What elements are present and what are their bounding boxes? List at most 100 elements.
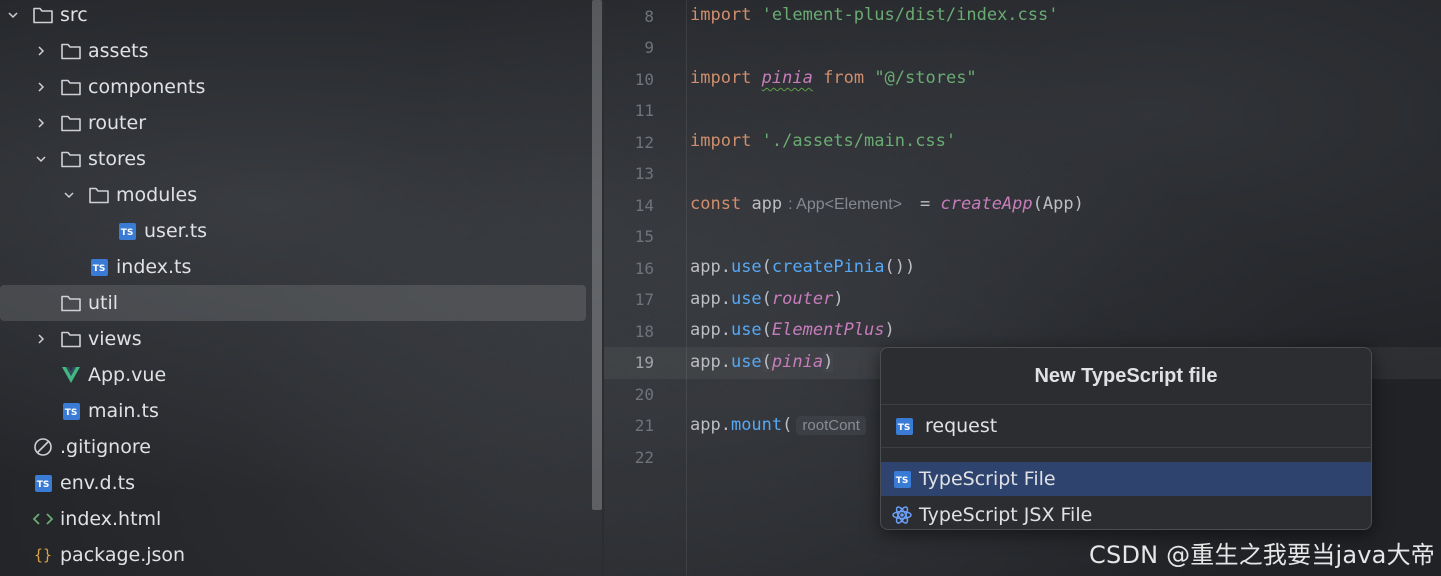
tree-item-label: App.vue (88, 364, 167, 386)
folder-icon (60, 148, 82, 170)
folder-icon (60, 292, 82, 314)
tree-item-stores[interactable]: stores (0, 141, 586, 177)
line-number[interactable]: 12 (594, 133, 654, 152)
svg-text:{}: {} (34, 546, 52, 564)
tree-item-app-vue[interactable]: App.vue (0, 357, 586, 393)
tree-item-label: stores (88, 148, 146, 170)
line-number[interactable]: 22 (594, 448, 654, 467)
watermark: CSDN @重生之我要当java大帝 (1089, 541, 1435, 569)
tree-item-modules[interactable]: modules (0, 177, 586, 213)
tree-item-index-ts[interactable]: TS index.ts (0, 249, 586, 285)
tree-item-label: index.ts (116, 256, 192, 278)
line-number[interactable]: 11 (594, 101, 654, 120)
object: app. (690, 352, 731, 372)
tree-item-package-json[interactable]: {} package.json (0, 537, 586, 573)
line-number[interactable]: 18 (594, 322, 654, 341)
line-number[interactable]: 20 (594, 385, 654, 404)
line-number[interactable]: 13 (594, 164, 654, 183)
code-line-14[interactable]: const app: App<Element> = createApp(App) (690, 194, 1084, 214)
code-line-17[interactable]: app.use(router) (690, 289, 844, 309)
parameter-hint: rootCont (796, 416, 866, 435)
tree-item-label: assets (88, 40, 149, 62)
paren-open: ( (761, 289, 772, 309)
object: app. (690, 415, 731, 435)
tree-item-label: main.ts (88, 400, 159, 422)
chevron-right-icon[interactable] (34, 80, 48, 94)
line-number[interactable]: 10 (594, 70, 654, 89)
typescript-file-icon: TS (891, 468, 913, 490)
code-line-8[interactable]: import 'element-plus/dist/index.css' (690, 5, 1058, 25)
chevron-right-icon[interactable] (34, 44, 48, 58)
tree-item-label: components (88, 76, 206, 98)
tree-item-env-d-ts[interactable]: TS env.d.ts (0, 465, 586, 501)
tree-item-main-ts[interactable]: TS main.ts (0, 393, 586, 429)
type-hint: : App<Element> (788, 196, 903, 213)
identifier-pinia[interactable]: pinia (762, 68, 813, 88)
tree-item-assets[interactable]: assets (0, 33, 586, 69)
gitignore-file-icon (32, 436, 54, 458)
function-call: createPinia (771, 257, 885, 277)
new-typescript-file-dialog: New TypeScript file TS request TS TypeSc… (880, 347, 1372, 530)
tree-item-label: modules (116, 184, 198, 206)
code-line-10[interactable]: import pinia from "@/stores" (690, 68, 977, 88)
chevron-right-icon[interactable] (34, 332, 48, 346)
line-number[interactable]: 14 (594, 196, 654, 215)
line-number[interactable]: 8 (594, 7, 654, 26)
code-line-18[interactable]: app.use(ElementPlus) (690, 320, 895, 340)
chevron-down-icon[interactable] (6, 8, 20, 22)
filename-input[interactable]: TS request (881, 405, 1371, 448)
tree-item-router[interactable]: router (0, 105, 586, 141)
tree-item-label: package.json (60, 544, 186, 566)
code-line-19[interactable]: app.use(pinia) (690, 352, 834, 372)
filename-input-value: request (925, 415, 998, 437)
line-number[interactable]: 21 (594, 416, 654, 435)
method: use (730, 352, 762, 372)
keyword: const (690, 194, 742, 214)
option-typescript-file[interactable]: TS TypeScript File (881, 462, 1371, 496)
tree-item--gitignore[interactable]: .gitignore (0, 429, 586, 465)
typescript-file-icon: TS (116, 220, 138, 242)
identifier: app (751, 194, 783, 214)
code-line-12[interactable]: import './assets/main.css' (690, 131, 956, 151)
paren-close: ()) (884, 257, 916, 277)
tree-item-label: index.html (60, 508, 162, 530)
tree-item-src[interactable]: src (0, 0, 586, 33)
method: use (730, 257, 762, 277)
line-number[interactable]: 19 (594, 353, 654, 372)
line-number[interactable]: 16 (594, 259, 654, 278)
code-line-21[interactable]: app.mount(rootCont (690, 415, 866, 435)
line-number[interactable]: 17 (594, 290, 654, 309)
line-number[interactable]: 15 (594, 227, 654, 246)
function-call: createApp (940, 194, 1033, 214)
paren-open: ( (761, 320, 772, 340)
tree-item-util[interactable]: util (0, 285, 586, 321)
chevron-down-icon[interactable] (34, 152, 48, 166)
option-label: TypeScript File (919, 468, 1056, 490)
paren-close: ) (823, 352, 834, 372)
argument: router (771, 289, 834, 309)
tree-item-user-ts[interactable]: TS user.ts (0, 213, 586, 249)
tree-item-components[interactable]: components (0, 69, 586, 105)
object: app. (690, 289, 731, 309)
code-line-16[interactable]: app.use(createPinia()) (690, 257, 915, 277)
chevron-down-icon[interactable] (62, 188, 76, 202)
folder-icon (88, 184, 110, 206)
method: use (730, 289, 762, 309)
option-typescript-jsx-file[interactable]: TypeScript JSX File (881, 498, 1371, 529)
method: use (730, 320, 762, 340)
tree-item-label: .gitignore (60, 436, 151, 458)
tree-item-views[interactable]: views (0, 321, 586, 357)
keyword: import (690, 5, 752, 25)
chevron-right-icon[interactable] (34, 116, 48, 130)
tree-item-label: env.d.ts (60, 472, 135, 494)
folder-icon (60, 328, 82, 350)
json-file-icon: {} (32, 544, 54, 566)
option-label: TypeScript JSX File (919, 504, 1093, 526)
line-number[interactable]: 9 (594, 38, 654, 57)
string-literal: './assets/main.css' (761, 131, 957, 151)
tree-item-index-html[interactable]: index.html (0, 501, 586, 537)
